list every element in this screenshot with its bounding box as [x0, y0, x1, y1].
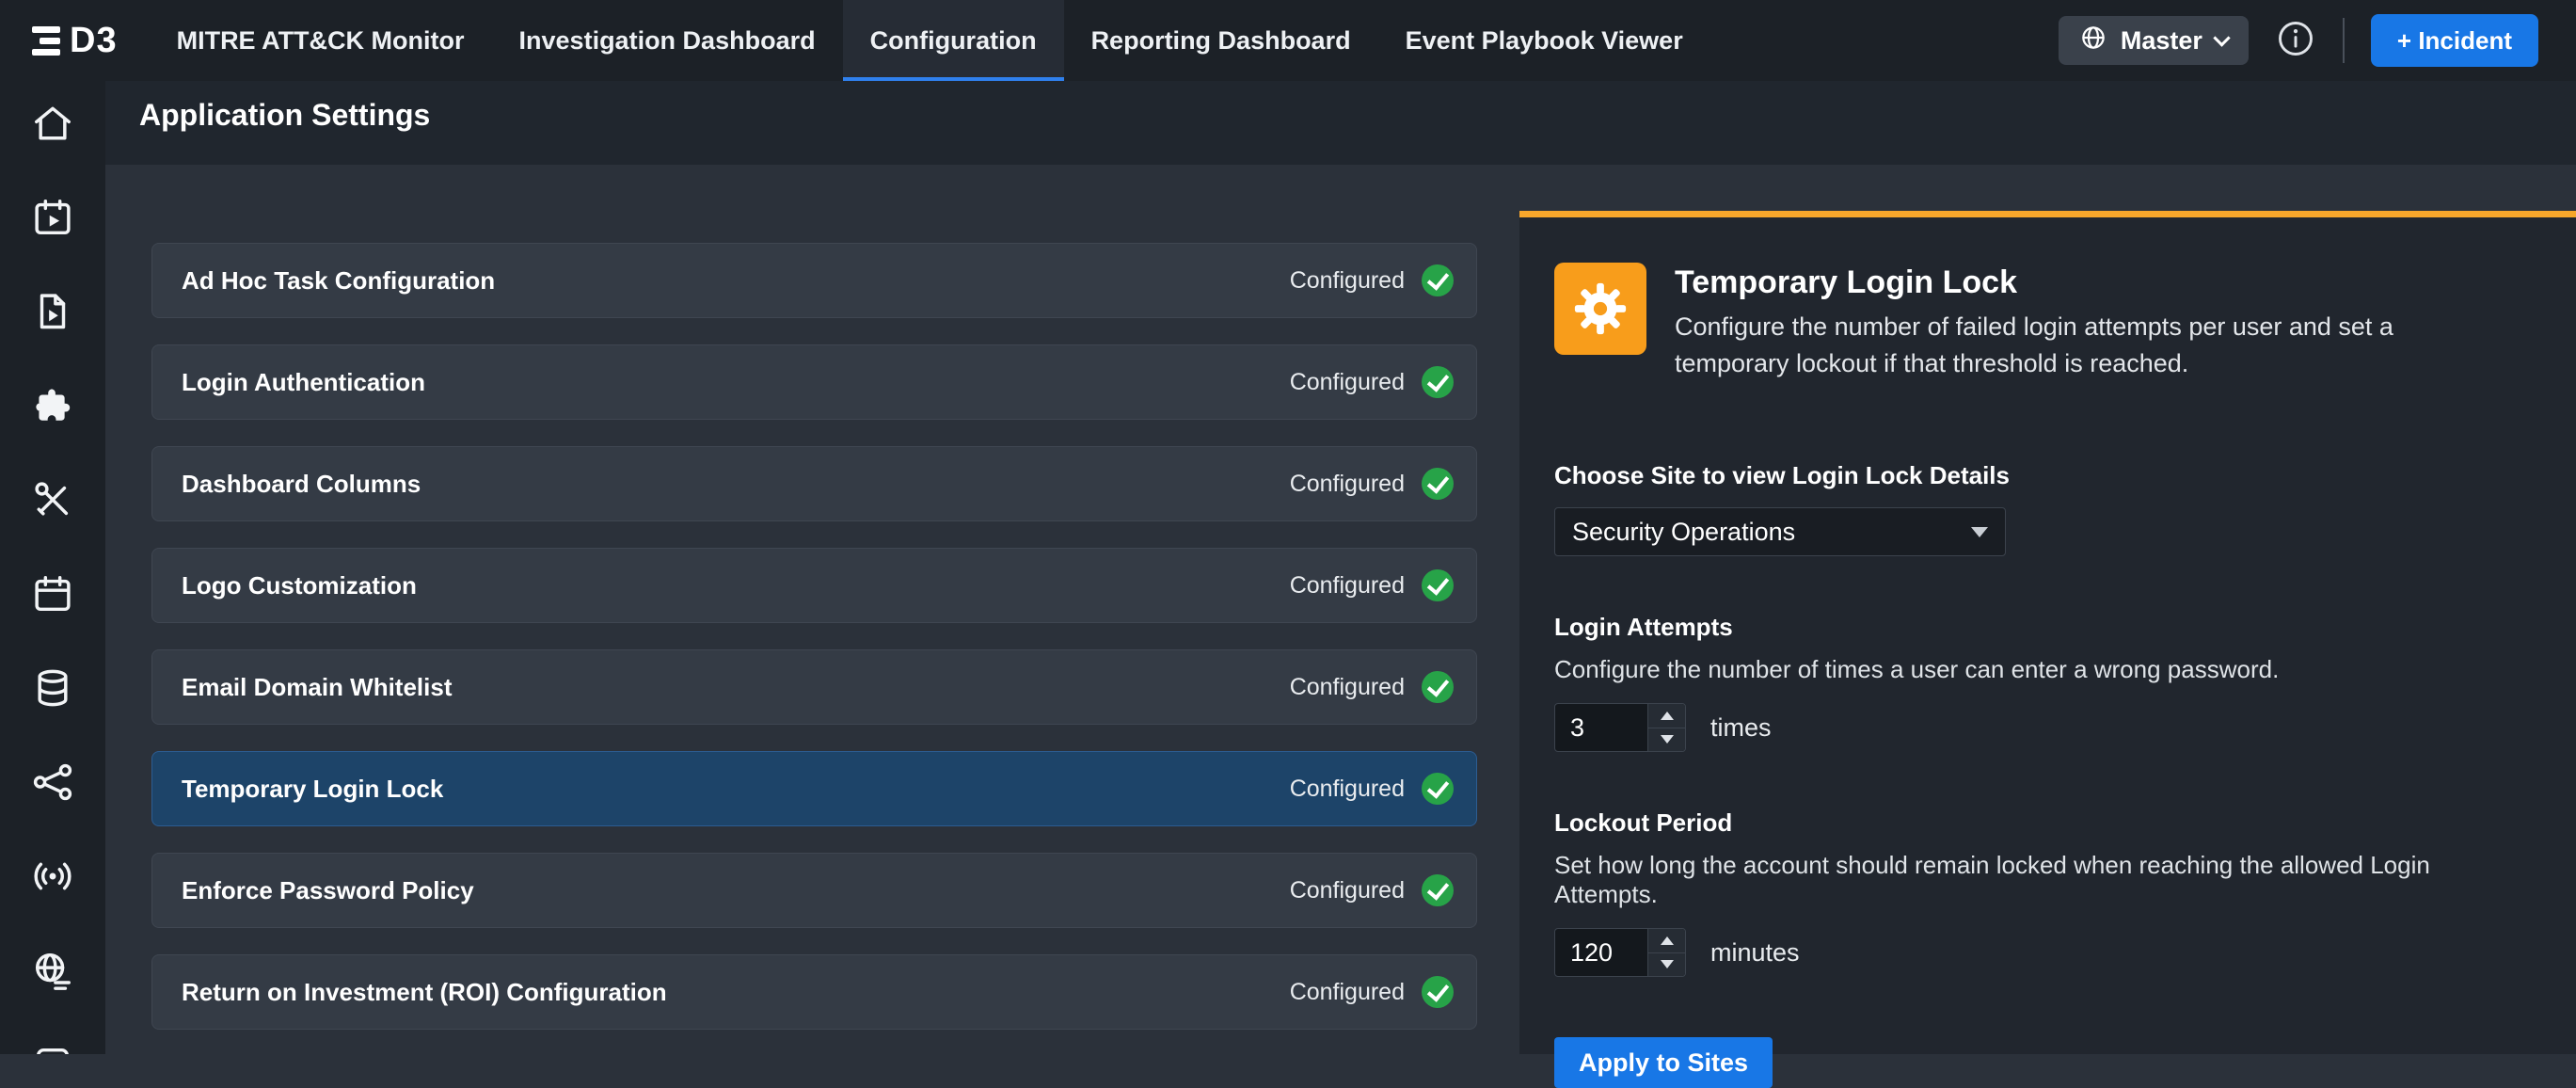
- login-attempts-label: Login Attempts: [1554, 613, 2520, 642]
- settings-item-ad-hoc-task[interactable]: Ad Hoc Task Configuration Configured: [151, 243, 1477, 318]
- site-select-value: Security Operations: [1572, 518, 1795, 547]
- check-circle-icon: [1422, 773, 1454, 805]
- incident-button[interactable]: + Incident: [2371, 14, 2538, 67]
- spinner-up-button[interactable]: [1648, 929, 1685, 953]
- calendar-icon[interactable]: [31, 572, 74, 616]
- arrow-up-icon: [1661, 712, 1674, 720]
- nav-right-controls: Master + Incident: [2059, 14, 2576, 67]
- settings-item-label: Temporary Login Lock: [182, 775, 443, 804]
- brand-text: D3: [70, 21, 118, 61]
- spinner-up-button[interactable]: [1648, 704, 1685, 728]
- sidebar: [0, 81, 105, 1054]
- apply-to-sites-button[interactable]: Apply to Sites: [1554, 1037, 1773, 1088]
- lockout-period-unit: minutes: [1710, 938, 1800, 968]
- spinner-down-button[interactable]: [1648, 728, 1685, 752]
- status-text: Configured: [1290, 773, 1454, 805]
- nav-item-event-playbook-viewer[interactable]: Event Playbook Viewer: [1378, 0, 1710, 81]
- settings-item-label: Dashboard Columns: [182, 470, 421, 499]
- info-icon[interactable]: [2275, 18, 2316, 64]
- nav-item-mitre-attck-monitor[interactable]: MITRE ATT&CK Monitor: [150, 0, 492, 81]
- settings-item-label: Login Authentication: [182, 368, 425, 397]
- status-text: Configured: [1290, 671, 1454, 703]
- broadcast-icon[interactable]: [31, 855, 74, 898]
- check-circle-icon: [1422, 671, 1454, 703]
- playbook-play-icon[interactable]: [31, 290, 74, 333]
- settings-item-dashboard-columns[interactable]: Dashboard Columns Configured: [151, 446, 1477, 521]
- check-circle-icon: [1422, 569, 1454, 601]
- settings-item-label: Enforce Password Policy: [182, 876, 474, 905]
- home-icon[interactable]: [31, 102, 74, 145]
- settings-item-label: Email Domain Whitelist: [182, 673, 453, 702]
- page-title: Application Settings: [139, 98, 430, 133]
- settings-item-email-domain-whitelist[interactable]: Email Domain Whitelist Configured: [151, 649, 1477, 725]
- spinner: [1647, 704, 1685, 751]
- status-text: Configured: [1290, 366, 1454, 398]
- nav-item-investigation-dashboard[interactable]: Investigation Dashboard: [492, 0, 843, 81]
- select-caret-icon: [1971, 527, 1988, 537]
- chevron-down-icon: [2213, 29, 2230, 46]
- status-text: Configured: [1290, 264, 1454, 296]
- globe-icon: [2079, 24, 2107, 58]
- settings-item-enforce-password-policy[interactable]: Enforce Password Policy Configured: [151, 853, 1477, 928]
- main-content: Ad Hoc Task Configuration Configured Log…: [105, 165, 2576, 1054]
- check-circle-icon: [1422, 468, 1454, 500]
- detail-header: Temporary Login Lock Configure the numbe…: [1554, 263, 2520, 382]
- network-share-icon[interactable]: [31, 760, 74, 804]
- login-attempts-row: times: [1554, 703, 2520, 752]
- login-attempts-description: Configure the number of times a user can…: [1554, 655, 2520, 684]
- nav-item-reporting-dashboard[interactable]: Reporting Dashboard: [1064, 0, 1378, 81]
- check-circle-icon: [1422, 366, 1454, 398]
- settings-item-login-authentication[interactable]: Login Authentication Configured: [151, 344, 1477, 420]
- settings-item-temporary-login-lock[interactable]: Temporary Login Lock Configured: [151, 751, 1477, 826]
- login-attempts-stepper: [1554, 703, 1686, 752]
- detail-title: Temporary Login Lock: [1675, 264, 2437, 301]
- status-text: Configured: [1290, 569, 1454, 601]
- site-select[interactable]: Security Operations: [1554, 507, 2006, 556]
- d3-logo-mark-icon: [32, 26, 60, 56]
- master-label: Master: [2121, 26, 2202, 56]
- arrow-up-icon: [1661, 936, 1674, 945]
- nav-divider: [2343, 18, 2345, 63]
- detail-description: Configure the number of failed login att…: [1675, 309, 2437, 382]
- spinner-down-button[interactable]: [1648, 953, 1685, 977]
- arrow-down-icon: [1661, 960, 1674, 968]
- lockout-period-row: minutes: [1554, 928, 2520, 977]
- gear-icon: [1554, 263, 1646, 355]
- status-text: Configured: [1290, 468, 1454, 500]
- detail-panel: Temporary Login Lock Configure the numbe…: [1519, 211, 2576, 1054]
- lockout-period-input[interactable]: [1555, 929, 1647, 976]
- settings-item-label: Return on Investment (ROI) Configuration: [182, 978, 667, 1007]
- status-text: Configured: [1290, 874, 1454, 906]
- lockout-period-description: Set how long the account should remain l…: [1554, 851, 2520, 909]
- status-text: Configured: [1290, 976, 1454, 1008]
- spinner: [1647, 929, 1685, 976]
- settings-item-roi-configuration[interactable]: Return on Investment (ROI) Configuration…: [151, 954, 1477, 1030]
- settings-list: Ad Hoc Task Configuration Configured Log…: [151, 243, 1477, 1030]
- master-dropdown[interactable]: Master: [2059, 16, 2249, 65]
- login-attempts-input[interactable]: [1555, 704, 1647, 751]
- partial-icon[interactable]: [31, 1043, 74, 1054]
- database-icon[interactable]: [31, 666, 74, 710]
- tools-icon[interactable]: [31, 478, 74, 521]
- settings-item-logo-customization[interactable]: Logo Customization Configured: [151, 548, 1477, 623]
- top-nav: D3 MITRE ATT&CK Monitor Investigation Da…: [0, 0, 2576, 81]
- check-circle-icon: [1422, 874, 1454, 906]
- settings-item-label: Logo Customization: [182, 571, 417, 600]
- calendar-play-icon[interactable]: [31, 196, 74, 239]
- arrow-down-icon: [1661, 735, 1674, 744]
- integrations-puzzle-icon[interactable]: [31, 384, 74, 427]
- globe-list-icon[interactable]: [31, 949, 74, 992]
- nav-item-configuration[interactable]: Configuration: [843, 0, 1064, 81]
- lockout-period-stepper: [1554, 928, 1686, 977]
- settings-item-label: Ad Hoc Task Configuration: [182, 266, 495, 296]
- d3-logo: D3: [0, 21, 150, 61]
- check-circle-icon: [1422, 976, 1454, 1008]
- check-circle-icon: [1422, 264, 1454, 296]
- login-attempts-unit: times: [1710, 713, 1772, 743]
- site-select-label: Choose Site to view Login Lock Details: [1554, 461, 2520, 490]
- lockout-period-label: Lockout Period: [1554, 808, 2520, 838]
